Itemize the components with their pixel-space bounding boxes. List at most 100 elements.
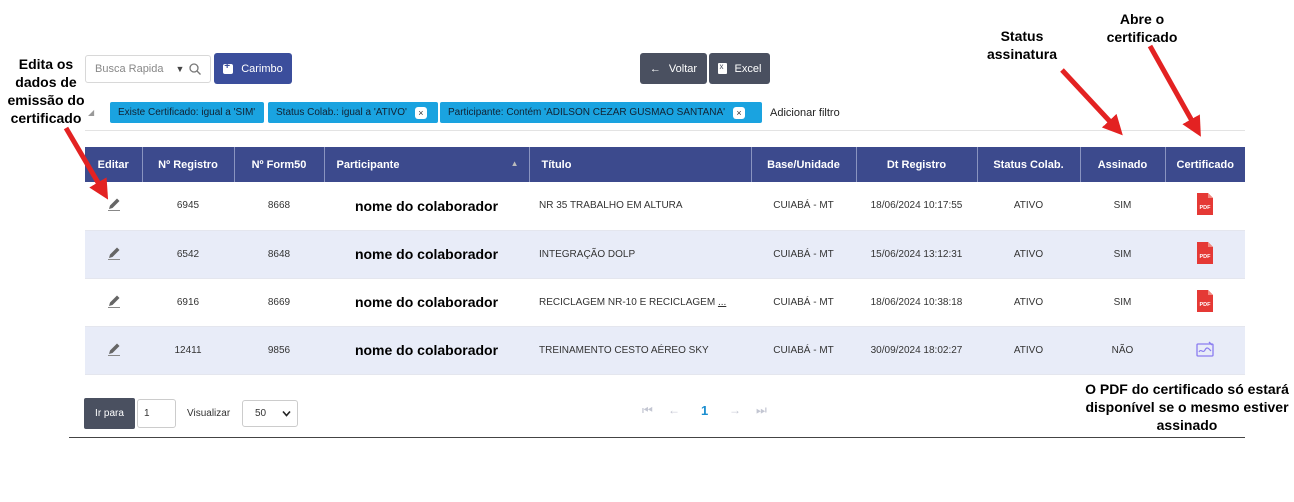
table-row: 6945 8668 nome do colaborador NR 35 TRAB… (85, 182, 1245, 231)
assinado-cell: SIM (1080, 230, 1165, 279)
col-header-form50[interactable]: Nº Form50 (234, 147, 325, 182)
certificates-table: Editar Nº Registro Nº Form50 Participant… (85, 147, 1245, 375)
excel-label: Excel (734, 62, 762, 75)
registro-cell: 12411 (142, 326, 234, 375)
table-row: 6542 8648 nome do colaborador INTEGRAÇÃO… (85, 230, 1245, 279)
dt-registro-cell: 18/06/2024 10:17:55 (856, 182, 977, 231)
annotation-edit: Edita os dados de emissão do certificado (7, 56, 85, 126)
registro-cell: 6916 (142, 278, 234, 327)
page-size-label: Visualizar (187, 408, 231, 419)
edit-cell[interactable] (85, 182, 142, 231)
participante-cell: nome do colaborador (324, 278, 529, 327)
pdf-icon[interactable]: PDF (1195, 289, 1215, 313)
filter-chip-certificado[interactable]: Existe Certificado: igual a 'SIM' (110, 102, 264, 123)
page-size-select[interactable]: 50 (242, 400, 298, 427)
quick-search-select[interactable]: Busca Rapida ▼ (85, 55, 211, 83)
caret-down-icon[interactable]: ▼ (176, 64, 185, 74)
last-page-icon[interactable]: ⏭ (756, 403, 767, 418)
prev-page-icon[interactable]: ← (668, 403, 680, 417)
filter-chip-status[interactable]: Status Colab.: igual a 'ATIVO' × (268, 102, 438, 123)
base-cell: CUIABÁ - MT (751, 278, 856, 327)
next-page-icon[interactable]: → (729, 403, 741, 417)
certificado-cell[interactable] (1165, 326, 1245, 375)
col-header-assinado[interactable]: Assinado (1080, 147, 1166, 182)
edit-cell[interactable] (85, 326, 142, 375)
pencil-icon[interactable] (106, 341, 122, 357)
pencil-icon[interactable] (106, 196, 122, 212)
filter-chip-label: Status Colab.: igual a 'ATIVO' (276, 107, 407, 118)
go-to-page-button[interactable]: Ir para (84, 398, 135, 429)
dt-registro-cell: 30/09/2024 18:02:27 (856, 326, 977, 375)
base-cell: CUIABÁ - MT (751, 182, 856, 231)
remove-filter-icon[interactable]: × (733, 106, 746, 119)
dt-registro-cell: 15/06/2024 13:12:31 (856, 230, 977, 279)
col-header-editar[interactable]: Editar (85, 147, 143, 182)
status-cell: ATIVO (977, 278, 1080, 327)
status-cell: ATIVO (977, 326, 1080, 375)
carimbo-button[interactable]: Carimbo (214, 53, 292, 84)
table-row: 12411 9856 nome do colaborador TREINAMEN… (85, 326, 1245, 375)
svg-text:PDF: PDF (1200, 254, 1212, 260)
form50-cell: 8669 (234, 278, 324, 327)
excel-icon (717, 62, 727, 74)
arrow-to-certificado (1147, 44, 1201, 137)
table-row: 6916 8669 nome do colaborador RECICLAGEM… (85, 278, 1245, 327)
status-cell: ATIVO (977, 230, 1080, 279)
voltar-label: Voltar (668, 62, 698, 75)
filter-chip-label: Existe Certificado: igual a 'SIM' (118, 107, 256, 118)
chevron-down-icon (282, 410, 291, 417)
titulo-cell: RECICLAGEM NR-10 E RECICLAGEM ... (529, 278, 751, 327)
pencil-icon[interactable] (106, 245, 122, 261)
annotation-pdf-note: O PDF do certificado só estará disponíve… (1085, 381, 1289, 433)
search-placeholder: Busca Rapida (95, 63, 164, 75)
status-cell: ATIVO (977, 182, 1080, 231)
col-header-status[interactable]: Status Colab. (977, 147, 1081, 182)
col-header-base[interactable]: Base/Unidade (751, 147, 857, 182)
page-number-input[interactable]: 1 (137, 399, 176, 428)
search-icon[interactable] (188, 62, 202, 76)
filter-chip-label: Participante: Contém 'ADILSON CEZAR GUSM… (448, 107, 726, 118)
form50-cell: 9856 (234, 326, 324, 375)
remove-filter-icon[interactable]: × (414, 106, 427, 119)
col-header-registro[interactable]: Nº Registro (142, 147, 235, 182)
participante-cell: nome do colaborador (324, 326, 529, 375)
table-header-row: Editar Nº Registro Nº Form50 Participant… (85, 147, 1245, 182)
certificado-cell[interactable]: PDF (1165, 182, 1245, 231)
edit-cell[interactable] (85, 230, 142, 279)
svg-text:PDF: PDF (1200, 205, 1212, 211)
titulo-cell: NR 35 TRABALHO EM ALTURA (529, 182, 751, 231)
base-cell: CUIABÁ - MT (751, 326, 856, 375)
pdf-icon[interactable]: PDF (1195, 192, 1215, 216)
participante-cell: nome do colaborador (324, 230, 529, 279)
pdf-icon[interactable]: PDF (1195, 241, 1215, 265)
edit-cell[interactable] (85, 278, 142, 327)
sort-asc-icon[interactable]: ▲ (511, 159, 519, 168)
annotation-certificate: Abre o certificado (1106, 11, 1178, 45)
annotation-status: Status assinatura (986, 28, 1058, 62)
certificado-cell[interactable]: PDF (1165, 278, 1245, 327)
voltar-button[interactable]: ← Voltar (640, 53, 707, 84)
titulo-more-link[interactable]: ... (718, 297, 726, 308)
titulo-cell: TREINAMENTO CESTO AÉREO SKY (529, 326, 751, 375)
registro-cell: 6542 (142, 230, 234, 279)
filter-chip-participante[interactable]: Participante: Contém 'ADILSON CEZAR GUSM… (440, 102, 762, 123)
col-header-titulo[interactable]: Título (529, 147, 752, 182)
signature-icon[interactable] (1195, 340, 1215, 358)
col-header-dt-registro[interactable]: Dt Registro (856, 147, 978, 182)
current-page[interactable]: 1 (701, 403, 708, 418)
add-filter-link[interactable]: Adicionar filtro (770, 107, 840, 119)
collapse-filters-icon[interactable]: ◢ (88, 108, 94, 117)
col-header-certificado[interactable]: Certificado (1165, 147, 1245, 182)
certificado-cell[interactable]: PDF (1165, 230, 1245, 279)
assinado-cell: SIM (1080, 182, 1165, 231)
carimbo-label: Carimbo (241, 62, 283, 75)
pencil-icon[interactable] (106, 293, 122, 309)
excel-button[interactable]: Excel (709, 53, 770, 84)
svg-text:PDF: PDF (1200, 302, 1212, 308)
page-size-value: 50 (255, 408, 267, 419)
divider (85, 130, 1245, 131)
titulo-text: RECICLAGEM NR-10 E RECICLAGEM (539, 296, 716, 308)
col-header-participante[interactable]: Participante ▲ (324, 147, 530, 182)
arrow-to-assinado (1060, 68, 1123, 136)
first-page-icon[interactable]: ⏮ (642, 403, 653, 418)
